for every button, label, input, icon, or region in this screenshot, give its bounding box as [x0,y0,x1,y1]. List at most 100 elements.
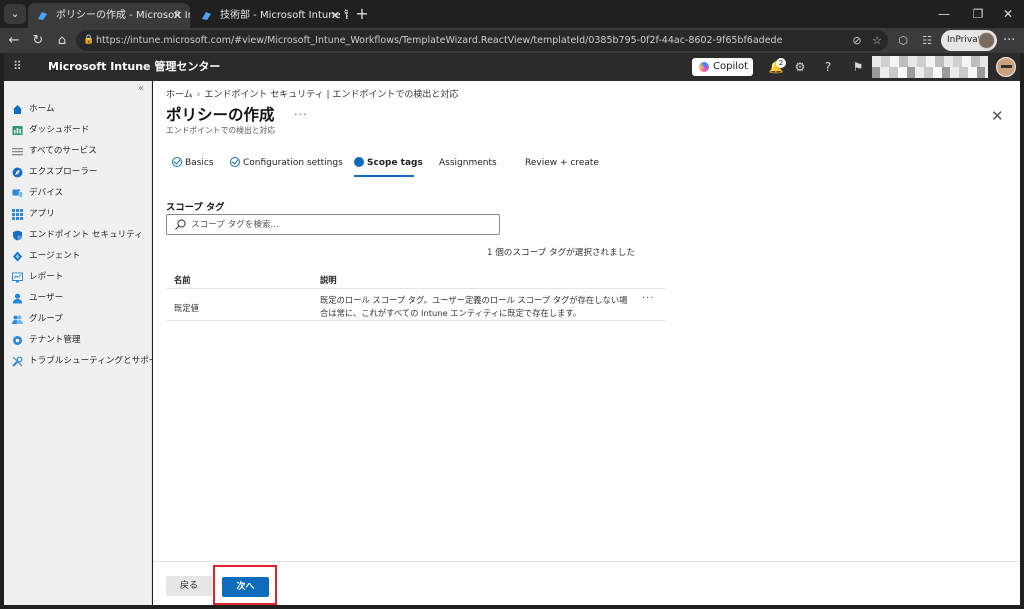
favorite-star-icon[interactable]: ☆ [868,31,886,50]
sidebar-item-label: レポート [29,272,64,282]
sidebar-item-dashboard[interactable]: ダッシュボード [4,120,152,141]
agent-icon [13,251,22,262]
close-tab-icon[interactable]: ✕ [173,3,182,28]
step-label: Scope tags [367,158,423,168]
breadcrumb-endpoint-security-link[interactable]: エンドポイント セキュリティ | エンドポイントでの検出と対応 [204,90,458,100]
profile-avatar [978,32,995,49]
new-tab-button[interactable]: + [352,3,372,25]
tenant-icon [13,336,22,345]
portal-title[interactable]: Microsoft Intune 管理センター [48,53,220,81]
inprivate-badge[interactable]: InPrivate [941,30,997,51]
sidebar-item-agents[interactable]: エージェント [4,246,152,267]
list-icon [12,148,23,156]
sidebar-item-label: ユーザー [29,293,64,303]
portal-header: ⠿ Microsoft Intune 管理センター Copilot 🔔 2 ⚙ ?… [4,53,1020,81]
step-label: Configuration settings [243,158,343,168]
back-arrow-icon[interactable]: ← [4,31,24,50]
column-header-description[interactable]: 説明 [320,274,337,286]
intune-favicon-icon [202,12,211,20]
row-more-options-icon[interactable]: ··· [642,293,655,304]
main-content: ホーム › エンドポイント セキュリティ | エンドポイントでの検出と対応 ポリシー… [153,81,1020,605]
account-avatar[interactable] [996,57,1016,77]
scope-tags-section-label: スコープ タグ [166,202,225,213]
sidebar-item-label: トラブルシューティングとサポート [29,356,166,366]
table-row[interactable]: 既定値 既定のロール スコープ タグ。ユーザー定義のロール スコープ タグが存在… [166,289,666,321]
copilot-button[interactable]: Copilot [692,58,753,76]
sidebar-item-reports[interactable]: レポート [4,267,152,288]
next-button-highlight: 次へ [213,565,277,605]
refresh-icon[interactable]: ↻ [28,31,48,50]
user-icon [12,293,23,304]
back-button[interactable]: 戻る [166,576,212,596]
browser-tab-inactive[interactable]: 技術部 - Microsoft Intune 管理セン ✕ [192,3,348,28]
step-label: Review + create [525,158,599,168]
notifications-bell-icon[interactable]: 🔔 2 [766,53,786,81]
browser-menu-icon[interactable]: ··· [1003,31,1015,50]
sidebar-item-label: エージェント [29,251,81,261]
close-blade-icon[interactable]: ✕ [991,107,1004,125]
home-icon[interactable]: ⌂ [52,31,72,50]
step-current-dot-icon [354,157,364,167]
row-name-cell: 既定値 [174,303,199,313]
copilot-icon [699,62,709,72]
browser-window: ⌄ ポリシーの作成 - Microsoft Intune 管 ✕ 技術部 - M… [0,0,1024,609]
help-icon[interactable]: ? [818,53,838,81]
tab-title: 技術部 - Microsoft Intune 管理セン [220,10,348,21]
reports-icon [12,272,23,283]
sidebar-item-apps[interactable]: アプリ [4,204,152,225]
wizard-footer: 戻る 次へ [153,561,1020,605]
close-window-button[interactable]: ✕ [990,0,1024,28]
tab-title: ポリシーの作成 - Microsoft Intune 管 [56,10,190,21]
account-email-blurred [872,67,988,78]
lock-icon: 🔒 [83,35,95,45]
intune-favicon-icon [38,12,47,20]
column-header-name[interactable]: 名前 [174,274,191,286]
table-header: 名前 説明 [166,267,666,289]
feedback-icon[interactable]: ⚑ [848,53,868,81]
tracking-prevention-icon[interactable]: ⊘ [848,31,866,50]
next-button[interactable]: 次へ [222,577,269,597]
sidebar-item-troubleshooting[interactable]: トラブルシューティングとサポート [4,351,166,372]
sidebar-item-label: ホーム [29,104,55,114]
row-description-cell: 既定のロール スコープ タグ。ユーザー定義のロール スコープ タグが存在しない場… [320,295,628,318]
sidebar-item-endpoint-security[interactable]: エンドポイント セキュリティ [4,225,152,246]
tab-actions-menu[interactable]: ⌄ [4,4,26,24]
page-subtitle: エンドポイントでの検出と対応 [166,126,276,135]
extensions-icon[interactable]: ⬡ [894,31,912,50]
browser-tab-active[interactable]: ポリシーの作成 - Microsoft Intune 管 ✕ [28,3,190,28]
wrench-icon [12,356,23,367]
minimize-button[interactable]: — [926,0,962,28]
sidebar-item-label: グループ [29,314,63,324]
scope-tag-search-box[interactable] [166,214,500,235]
breadcrumb-home-link[interactable]: ホーム [166,90,193,100]
sidebar-item-devices[interactable]: デバイス [4,183,152,204]
title-more-icon[interactable]: ··· [294,108,308,121]
sidebar-item-label: デバイス [29,188,64,198]
close-tab-icon[interactable]: ✕ [331,3,340,28]
home-icon [13,105,22,114]
collapse-nav-icon[interactable]: « [138,83,144,94]
sidebar-item-tenant-admin[interactable]: テナント管理 [4,330,152,351]
page-title: ポリシーの作成 [166,106,275,124]
step-active-underline [354,175,414,177]
dashboard-icon [12,126,23,135]
step-label: Assignments [439,158,497,168]
sidebar-item-groups[interactable]: グループ [4,309,152,330]
step-label: Basics [185,158,214,168]
address-bar[interactable]: 🔒 https://intune.microsoft.com/#view/Mic… [76,30,888,51]
breadcrumb: ホーム › エンドポイント セキュリティ | エンドポイントでの検出と対応 [166,87,458,100]
shield-icon [13,230,22,241]
group-icon [12,315,23,324]
sidebar-item-all-services[interactable]: すべてのサービス [4,141,152,162]
sidebar-item-label: エクスプローラー [29,167,98,177]
settings-gear-icon[interactable]: ⚙ [790,53,810,81]
sidebar-item-users[interactable]: ユーザー [4,288,152,309]
url-text: https://intune.microsoft.com/#view/Micro… [96,35,783,46]
collections-icon[interactable]: ☷ [918,31,936,50]
sidebar-item-label: テナント管理 [29,335,81,345]
sidebar-item-explorer[interactable]: エクスプローラー [4,162,152,183]
sidebar-item-label: ダッシュボード [29,125,90,135]
scope-tag-search-input[interactable] [191,217,491,232]
sidebar-item-home[interactable]: ホーム [4,99,152,120]
app-launcher-icon[interactable]: ⠿ [13,59,22,73]
